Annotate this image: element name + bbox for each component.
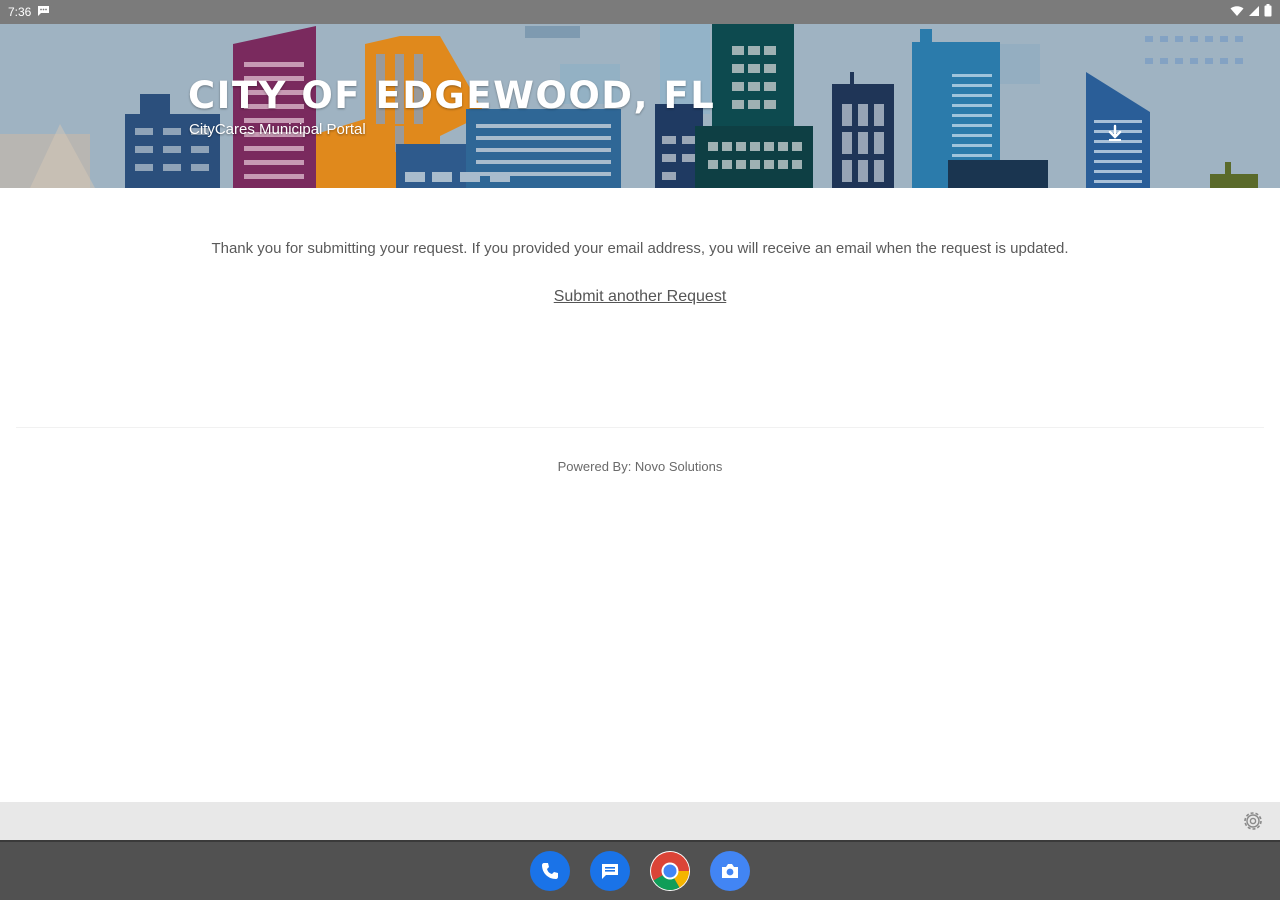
bottom-toolbar [0,802,1280,840]
submit-another-request-link[interactable]: Submit another Request [554,288,727,305]
page-title: CITY OF EDGEWOOD, FL [188,74,716,117]
main-content: Thank you for submitting your request. I… [0,188,1280,802]
wifi-icon [1230,5,1244,20]
messages-icon[interactable] [590,851,630,891]
chrome-icon[interactable] [650,851,690,891]
page-subtitle: CityCares Municipal Portal [189,121,366,138]
camera-icon[interactable] [710,851,750,891]
signal-icon [1248,5,1260,20]
chat-notification-icon [37,5,50,20]
download-arrow-icon[interactable] [1102,120,1128,146]
app-dock [0,840,1280,900]
gear-icon[interactable] [1240,808,1266,834]
powered-by-text: Powered By: Novo Solutions [557,459,723,474]
header-banner: CITY OF EDGEWOOD, FL CityCares Municipal… [0,24,1280,188]
status-bar: 7:36 [0,0,1280,24]
phone-icon[interactable] [530,851,570,891]
confirmation-message: Thank you for submitting your request. I… [211,240,1069,257]
status-time: 7:36 [8,5,32,19]
battery-icon [1264,4,1272,20]
footer-divider [16,427,1264,428]
